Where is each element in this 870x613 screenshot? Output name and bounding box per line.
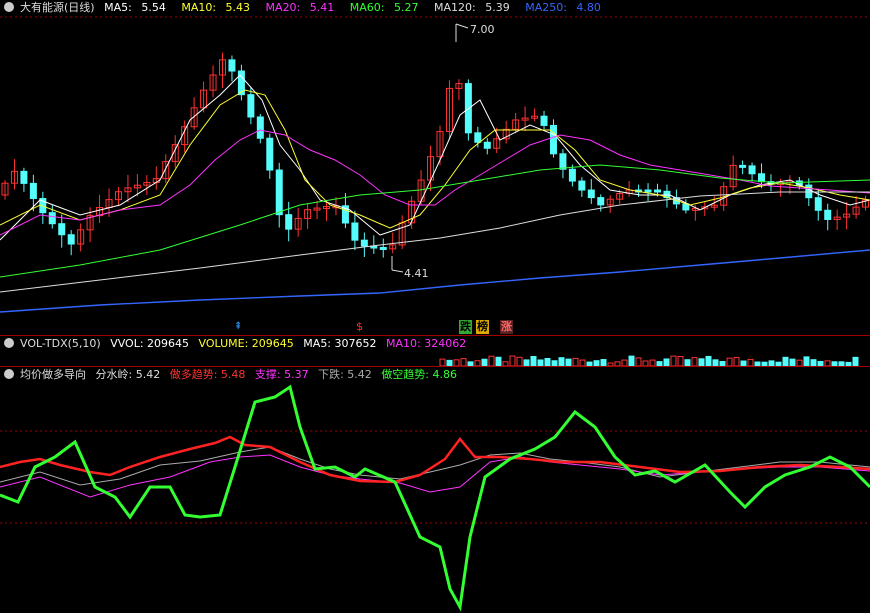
volume-bar bbox=[495, 356, 502, 366]
volume-bar bbox=[481, 358, 488, 366]
volume-bar bbox=[565, 358, 572, 366]
volume-bar bbox=[544, 357, 551, 366]
signal-badge-bang: 榜 bbox=[476, 320, 489, 334]
zhicheng-line bbox=[0, 454, 870, 498]
zuokong-line bbox=[0, 384, 870, 612]
candle-body bbox=[654, 189, 661, 193]
ma10-line bbox=[0, 89, 870, 229]
kline-canvas[interactable] bbox=[0, 0, 870, 335]
candle-body bbox=[360, 239, 368, 247]
candle-body bbox=[824, 209, 832, 220]
candle-body bbox=[228, 59, 236, 72]
volume-bar bbox=[530, 356, 537, 366]
stock-chart-window: 大有能源(日线) MA5: 5.54 MA10: 5.43 MA20: 5.41… bbox=[0, 0, 870, 613]
volume-bar bbox=[705, 355, 712, 366]
signal-badge-die: 跌 bbox=[459, 320, 472, 334]
candle-body bbox=[58, 223, 66, 236]
candle-body bbox=[758, 173, 766, 183]
candle-body bbox=[587, 189, 595, 199]
volume-bar bbox=[572, 357, 579, 366]
ma250-line bbox=[0, 249, 870, 313]
volume-bar bbox=[628, 355, 635, 366]
candle-body bbox=[275, 169, 283, 216]
candle-body bbox=[597, 197, 605, 206]
candle-body bbox=[540, 115, 548, 126]
candle-body bbox=[48, 212, 56, 225]
volume-bar bbox=[663, 358, 670, 366]
candle-body bbox=[20, 170, 28, 184]
volume-bar bbox=[852, 356, 859, 366]
candle-body bbox=[474, 132, 482, 143]
ma5-line bbox=[0, 74, 870, 241]
candle-body bbox=[266, 137, 274, 171]
high-marker-line bbox=[455, 23, 469, 29]
candle-body bbox=[351, 222, 359, 241]
volume-bar bbox=[803, 356, 810, 366]
candle-body bbox=[559, 153, 567, 170]
candle-body bbox=[644, 189, 652, 193]
signal-s-icon: $ bbox=[356, 320, 363, 333]
volume-bar bbox=[439, 358, 446, 366]
signal-up-arrow-icon: ⇞ bbox=[234, 321, 243, 332]
volume-bar bbox=[558, 357, 565, 366]
volume-pane[interactable]: VOL-TDX(5,10) VVOL: 209645 VOLUME: 20964… bbox=[0, 336, 870, 366]
volume-bar bbox=[726, 357, 733, 366]
candle-body bbox=[568, 168, 576, 182]
volume-bar bbox=[691, 357, 698, 366]
volume-bar bbox=[488, 355, 495, 366]
ma20-line bbox=[0, 129, 870, 236]
candle-body bbox=[739, 164, 747, 168]
indicator-canvas[interactable] bbox=[0, 367, 870, 613]
volume-bar bbox=[677, 356, 684, 366]
volume-bar bbox=[747, 358, 754, 366]
volume-bar bbox=[670, 355, 677, 366]
low-marker-line bbox=[391, 269, 404, 273]
volume-bar bbox=[733, 356, 740, 366]
indicator-pane[interactable]: 均价做多导向 分水岭: 5.42 做多趋势: 5.48 支撑: 5.37 下跌:… bbox=[0, 367, 870, 613]
candle-body bbox=[247, 94, 255, 118]
candle-body bbox=[67, 234, 75, 245]
candle-body bbox=[578, 180, 586, 191]
candle-body bbox=[549, 124, 557, 155]
volume-bar bbox=[698, 358, 705, 366]
candle-body bbox=[379, 246, 387, 250]
volume-bar bbox=[516, 356, 523, 366]
volume-bar bbox=[460, 358, 467, 366]
low-price-label: 4.41 bbox=[404, 267, 429, 280]
volume-bar bbox=[789, 358, 796, 366]
candle-body bbox=[285, 214, 293, 230]
volume-bar bbox=[635, 357, 642, 366]
volume-bar bbox=[782, 356, 789, 366]
candle-body bbox=[256, 116, 264, 139]
high-price-label: 7.00 bbox=[470, 23, 495, 36]
volume-bar bbox=[509, 355, 516, 366]
candle-body bbox=[483, 141, 491, 149]
candle-body bbox=[748, 165, 756, 175]
candle-body bbox=[814, 197, 822, 211]
signal-badge-zhang: 涨 bbox=[500, 320, 513, 334]
kline-pane[interactable]: 大有能源(日线) MA5: 5.54 MA10: 5.43 MA20: 5.41… bbox=[0, 0, 870, 335]
ma60-line bbox=[0, 164, 870, 278]
ma120-line bbox=[0, 191, 870, 293]
candle-body bbox=[29, 182, 37, 200]
volume-canvas[interactable] bbox=[0, 336, 870, 366]
